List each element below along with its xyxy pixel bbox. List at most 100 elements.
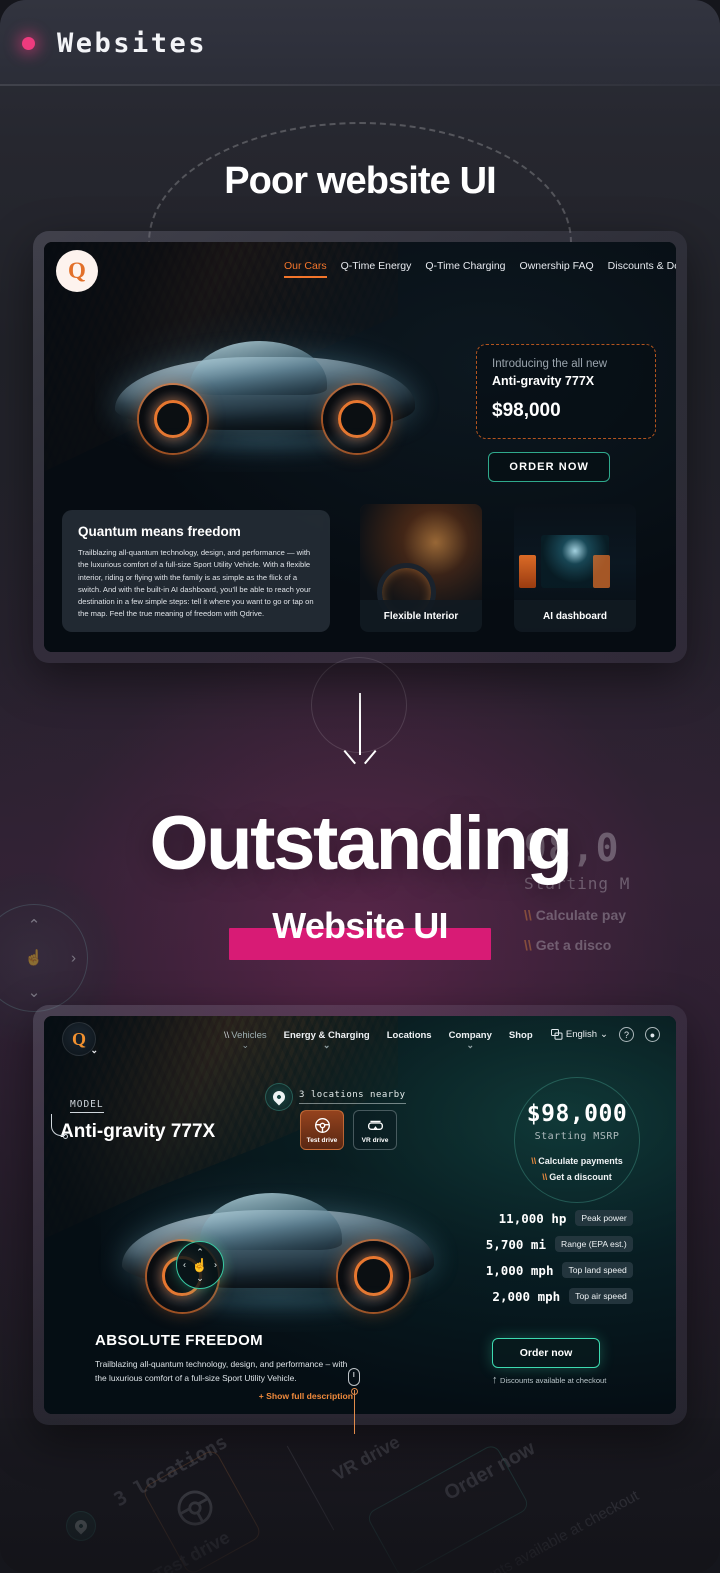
arrow-head: [352, 749, 368, 763]
car-image-2: [100, 1162, 455, 1332]
account-icon[interactable]: ●: [645, 1027, 660, 1042]
freedom-body: Trailblazing all-quantum technology, des…: [95, 1359, 348, 1383]
slash-icon: \\: [542, 1172, 548, 1182]
calculate-payments-link[interactable]: \\ Calculate payments: [502, 1156, 652, 1166]
price-card-price: $98,000: [492, 400, 561, 421]
model-dot-decoration: [63, 1134, 68, 1139]
page-title: Websites: [57, 27, 208, 59]
outstanding-subheading-wrap: Website UI: [0, 905, 720, 947]
scroll-hint-group: [348, 1368, 360, 1434]
nav-item-q-time-energy[interactable]: Q-Time Energy: [341, 260, 412, 276]
spec-value: 2,000 mph: [492, 1288, 561, 1304]
spec-tag: Peak power: [575, 1210, 633, 1226]
slash-icon: \\: [531, 1156, 537, 1166]
spec-tag: Top air speed: [569, 1288, 633, 1304]
poor-website-mockup-frame: Q Our Cars Q-Time Energy Q-Time Charging…: [33, 231, 687, 663]
vr-drive-button[interactable]: VR drive: [353, 1110, 397, 1150]
drive-buttons-group: Test drive VR drive: [300, 1110, 397, 1150]
get-a-discount-link[interactable]: \\ Get a discount: [502, 1172, 652, 1182]
absolute-freedom-block: ABSOLUTE FREEDOM Trailblazing all-quantu…: [95, 1332, 353, 1401]
spec-value: 1,000 mph: [485, 1262, 554, 1278]
language-label: English: [565, 1029, 598, 1040]
nav-item-energy-charging[interactable]: Energy & Charging: [284, 1030, 370, 1041]
spec-tag: Range (EPA est.): [555, 1236, 633, 1252]
steering-wheel-icon: [314, 1118, 330, 1133]
model-hook-decoration: [51, 1114, 65, 1136]
nav-item-q-time-charging[interactable]: Q-Time Charging: [425, 260, 505, 276]
nav-item-company[interactable]: Company: [449, 1030, 492, 1041]
bottom-ghost-decoration: 3 locations Test drive VR drive Order no…: [0, 1418, 720, 1573]
nav-item-shop[interactable]: Shop: [509, 1030, 533, 1041]
nav-utility-group: English ⌄ ? ●: [550, 1027, 660, 1042]
vr-headset-icon: [367, 1120, 383, 1131]
thumbnail-caption: AI dashboard: [514, 600, 636, 632]
chevron-down-icon: ⌄: [196, 1273, 204, 1283]
quantum-freedom-panel: Quantum means freedom Trailblazing all-q…: [62, 510, 330, 632]
thumbnail-ai-dashboard[interactable]: AI dashboard: [514, 504, 636, 632]
help-icon[interactable]: ?: [619, 1027, 634, 1042]
price-card-model: Anti-gravity 777X: [492, 374, 595, 388]
down-arrow-icon: [352, 693, 368, 763]
price-links-group: \\ Calculate payments \\ Get a discount: [502, 1156, 652, 1182]
spec-value: 11,000 hp: [498, 1210, 567, 1226]
order-now-button[interactable]: Order now: [492, 1338, 600, 1368]
thumbnail-caption: Flexible Interior: [360, 600, 482, 632]
locations-nearby-label: 3 locations nearby: [299, 1090, 406, 1104]
test-drive-button[interactable]: Test drive: [300, 1110, 344, 1150]
mouse-icon: [348, 1368, 360, 1386]
price-card-eyebrow: Introducing the all new: [492, 358, 608, 370]
specs-list: 11,000 hp Peak power 5,700 mi Range (EPA…: [462, 1210, 633, 1314]
map-pin-icon: [270, 1088, 288, 1106]
spec-row: 1,000 mph Top land speed: [462, 1262, 633, 1278]
spec-tag: Top land speed: [562, 1262, 633, 1278]
model-tag: MODEL: [70, 1099, 104, 1113]
nav-item-our-cars[interactable]: Our Cars: [284, 260, 327, 278]
location-pin-badge: [265, 1083, 293, 1111]
page-root: Websites Poor website UI Q Our Cars Q-Ti…: [0, 0, 720, 1573]
chevron-right-icon: ›: [71, 949, 76, 967]
freedom-heading: ABSOLUTE FREEDOM: [95, 1332, 264, 1349]
locations-nearby-group[interactable]: 3 locations nearby: [265, 1083, 406, 1111]
car-dpad-control[interactable]: ⌃ ⌄ ‹ › ☝: [176, 1241, 224, 1289]
language-selector[interactable]: English ⌄: [550, 1029, 608, 1040]
car-reflection-2: [136, 1294, 420, 1322]
price-subtitle: Starting MSRP: [534, 1131, 620, 1142]
nav-item-discounts-deals[interactable]: Discounts & Deals: [608, 260, 676, 276]
nav-item-vehicles[interactable]: \\ Vehicles: [224, 1030, 267, 1041]
ghost-fade-overlay: [0, 1418, 720, 1573]
price-amount: $98,000: [526, 1101, 628, 1127]
panel-body: Trailblazing all-quantum technology, des…: [78, 548, 314, 619]
outstanding-nav-links: \\Vehicles Energy & Charging Locations C…: [224, 1030, 533, 1041]
car-reflection: [128, 436, 402, 463]
order-now-note: Discounts available at checkout: [500, 1376, 607, 1385]
nav-item-locations[interactable]: Locations: [387, 1030, 432, 1041]
spec-value: 5,700 mi: [485, 1236, 546, 1252]
chevron-down-icon: ⌄: [600, 1029, 608, 1040]
brand-logo-2[interactable]: Q ⌄: [62, 1022, 98, 1056]
car-image: [94, 312, 436, 472]
panel-heading: Quantum means freedom: [78, 524, 241, 539]
outstanding-nav-bar: Q ⌄ \\Vehicles Energy & Charging Locatio…: [44, 1016, 676, 1060]
vr-drive-label: VR drive: [361, 1137, 389, 1144]
poor-order-now-button[interactable]: ORDER NOW: [488, 452, 610, 482]
thumbnail-flexible-interior[interactable]: Flexible Interior: [360, 504, 482, 632]
arrow-up-icon: ↑: [492, 1374, 498, 1386]
nav-item-ownership-faq[interactable]: Ownership FAQ: [520, 260, 594, 276]
chevron-left-icon: ‹: [183, 1259, 186, 1270]
poor-nav-bar: Q Our Cars Q-Time Energy Q-Time Charging…: [44, 242, 676, 294]
slash-icon: \\: [224, 1030, 230, 1041]
scroll-line-decoration: [354, 1390, 356, 1434]
top-bar: Websites: [0, 0, 720, 86]
test-drive-label: Test drive: [306, 1137, 338, 1144]
order-now-group: Order now ↑ Discounts available at check…: [492, 1338, 607, 1386]
hand-pointer-icon: ☝: [24, 949, 44, 967]
brand-logo[interactable]: Q: [56, 250, 98, 292]
spec-row: 11,000 hp Peak power: [462, 1210, 633, 1226]
status-dot-icon: [22, 36, 35, 50]
spec-row: 2,000 mph Top air speed: [462, 1288, 633, 1304]
chevron-right-icon: ›: [214, 1259, 217, 1270]
poor-price-card: Introducing the all new Anti-gravity 777…: [476, 344, 656, 439]
spec-row: 5,700 mi Range (EPA est.): [462, 1236, 633, 1252]
poor-section-heading: Poor website UI: [224, 160, 496, 202]
show-full-description-link[interactable]: + Show full description: [95, 1391, 353, 1401]
